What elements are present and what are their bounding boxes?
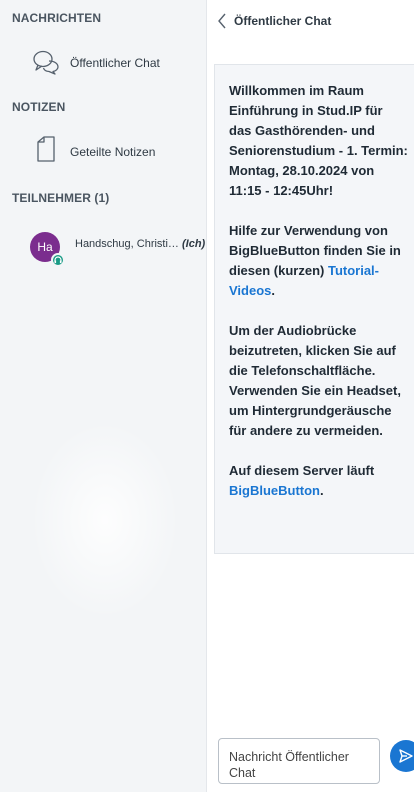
sidebar: NACHRICHTEN Öffentlicher Chat NOTIZEN Ge…: [0, 0, 207, 792]
app: NACHRICHTEN Öffentlicher Chat NOTIZEN Ge…: [0, 0, 414, 792]
public-chat-label: Öffentlicher Chat: [70, 56, 160, 70]
chevron-left-icon[interactable]: [217, 13, 227, 29]
messages-section-title: NACHRICHTEN: [12, 11, 102, 25]
note-icon: [37, 136, 55, 162]
welcome-paragraph-2: Hilfe zur Verwendung von BigBlueButton f…: [229, 221, 408, 301]
welcome-paragraph-1: Willkommen im Raum Einführung in Stud.IP…: [229, 83, 408, 198]
chat-bubbles-icon: [33, 50, 59, 75]
send-button[interactable]: [390, 740, 414, 772]
chat-header: Öffentlicher Chat: [207, 0, 414, 44]
send-icon: [399, 749, 413, 763]
notes-section-title: NOTIZEN: [12, 100, 66, 114]
audio-status-badge: [51, 253, 65, 267]
message-input[interactable]: Nachricht Öffentlicher Chat: [218, 738, 380, 784]
welcome-message: Willkommen im Raum Einführung in Stud.IP…: [214, 64, 414, 554]
headset-icon: [54, 256, 62, 264]
welcome-paragraph-4: Auf diesem Server läuft BigBlueButton.: [229, 461, 408, 501]
participant-row[interactable]: Ha Handschug, Christi… (Ich): [0, 230, 206, 270]
bigbluebutton-link[interactable]: BigBlueButton: [229, 483, 320, 498]
participant-you-tag: (Ich): [182, 238, 206, 250]
welcome-server-end: .: [319, 483, 324, 498]
welcome-server-text: Auf diesem Server läuft: [229, 463, 375, 478]
welcome-paragraph-3: Um der Audiobrücke beizutreten, klicken …: [229, 323, 401, 438]
participant-name-text: Handschug, Christi…: [75, 238, 179, 250]
participants-section-title: TEILNEHMER (1): [12, 191, 110, 205]
sidebar-item-shared-notes[interactable]: Geteilte Notizen: [0, 133, 206, 169]
sidebar-item-public-chat[interactable]: Öffentlicher Chat: [0, 44, 206, 80]
sidebar-glow: [30, 420, 180, 620]
welcome-help-end: .: [271, 283, 276, 298]
shared-notes-label: Geteilte Notizen: [70, 145, 156, 159]
participant-name: Handschug, Christi… (Ich): [75, 238, 205, 250]
chat-title: Öffentlicher Chat: [234, 14, 332, 28]
